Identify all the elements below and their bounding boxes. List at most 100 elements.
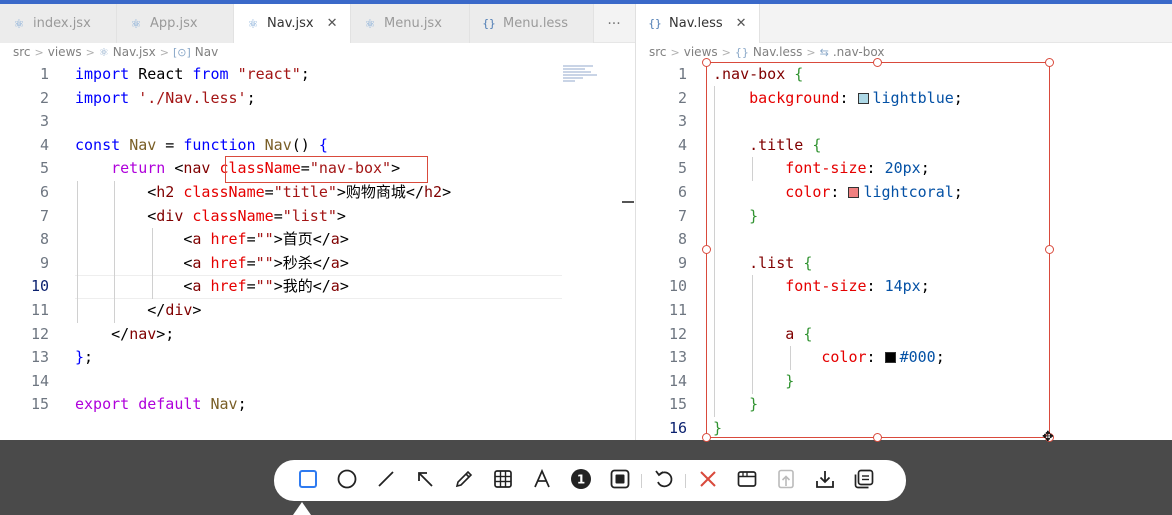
- code-token: nav: [183, 159, 211, 178]
- code-line[interactable]: 13};: [0, 346, 635, 370]
- resize-handle[interactable]: [1045, 245, 1054, 254]
- resize-handle[interactable]: [702, 245, 711, 254]
- tab-menu-jsx[interactable]: ⚛ Menu.jsx: [351, 4, 470, 43]
- number-tool[interactable]: 1: [561, 460, 600, 501]
- code-token: "": [255, 230, 274, 249]
- undo-button[interactable]: [644, 460, 683, 501]
- breadcrumb-src[interactable]: src: [649, 45, 667, 59]
- code-token: div: [165, 300, 193, 319]
- breadcrumb-src[interactable]: src: [13, 45, 31, 59]
- code-line[interactable]: 4 const Nav = function Nav() {: [0, 134, 635, 158]
- code-line[interactable]: 8 <a href="">首页</a>: [0, 228, 635, 252]
- line-number: 12: [30, 324, 49, 343]
- line-number: 11: [30, 300, 49, 319]
- code-token: >: [339, 230, 349, 249]
- pin-button: [766, 460, 805, 501]
- download-button[interactable]: [805, 460, 844, 501]
- code-token: =: [246, 277, 256, 296]
- window-icon: [736, 468, 758, 494]
- code-line[interactable]: 15 export default Nav;: [0, 393, 635, 417]
- line-number: 1: [677, 65, 687, 83]
- cancel-button[interactable]: [688, 460, 727, 501]
- arrow-tool[interactable]: [405, 460, 444, 501]
- line-number: 4: [39, 135, 49, 154]
- code-token: ;: [84, 348, 94, 367]
- code-line[interactable]: 1 import React from "react";: [0, 63, 635, 87]
- code-line[interactable]: 11 </div>: [0, 299, 635, 323]
- code-token: import: [75, 88, 130, 107]
- code-token: ;: [237, 395, 247, 414]
- code-token: Nav: [264, 135, 292, 154]
- code-token: ;: [246, 88, 256, 107]
- text-tool[interactable]: [522, 460, 561, 501]
- window-button[interactable]: [727, 460, 766, 501]
- resize-handle[interactable]: [1045, 58, 1054, 67]
- tab-nav-less[interactable]: {} Nav.less ✕: [636, 4, 760, 43]
- code-token: "react": [237, 65, 301, 83]
- react-icon: ⚛: [130, 16, 142, 31]
- line-number: 8: [677, 230, 687, 249]
- resize-handle[interactable]: [702, 58, 711, 67]
- code-line[interactable]: 12 </nav>;: [0, 323, 635, 347]
- line-number: 13: [668, 348, 687, 367]
- close-icon[interactable]: ✕: [327, 16, 338, 31]
- code-token: h2: [156, 182, 175, 201]
- code-line[interactable]: 10 <a href="">我的</a>: [0, 275, 635, 299]
- code-line[interactable]: 6 <h2 className="title">购物商城</h2>: [0, 181, 635, 205]
- breadcrumb-symbol[interactable]: .nav-box: [833, 45, 885, 59]
- rectangle-tool[interactable]: [288, 460, 327, 501]
- toolbar-pointer: [293, 502, 311, 515]
- download-icon: [814, 468, 836, 494]
- capture-selection-rectangle[interactable]: [706, 62, 1050, 438]
- code-line[interactable]: 2 import './Nav.less';: [0, 87, 635, 111]
- code-line[interactable]: 7 <div className="list">: [0, 205, 635, 229]
- code-line[interactable]: 3: [0, 110, 635, 134]
- line-tool[interactable]: [366, 460, 405, 501]
- close-icon[interactable]: ✕: [736, 16, 747, 31]
- code-token: >: [339, 277, 349, 296]
- frame-icon: [609, 468, 631, 494]
- copy-button[interactable]: [844, 460, 883, 501]
- tab-index-jsx[interactable]: ⚛ index.jsx: [0, 4, 117, 43]
- code-token: h2: [424, 182, 443, 201]
- breadcrumb-views[interactable]: views: [48, 45, 82, 59]
- tab-menu-less[interactable]: {} Menu.less: [470, 4, 594, 43]
- resize-handle[interactable]: [702, 433, 711, 442]
- editor-pane-nav-jsx: ⚛ index.jsx ⚛ App.jsx ⚛ Nav.jsx ✕ ⚛ Menu.jsx {} Me…: [0, 4, 635, 440]
- breadcrumb-views[interactable]: views: [684, 45, 718, 59]
- code-token: <: [75, 182, 157, 201]
- breadcrumb-file[interactable]: Nav.less: [753, 45, 803, 59]
- line-number: 3: [677, 112, 687, 131]
- resize-handle[interactable]: [873, 433, 882, 442]
- braces-icon: {}: [734, 45, 749, 59]
- frame-tool[interactable]: [600, 460, 639, 501]
- code-token: href: [210, 230, 247, 249]
- mosaic-tool[interactable]: [483, 460, 522, 501]
- annotation-toolbar: 1: [274, 460, 906, 501]
- ellipse-tool[interactable]: [327, 460, 366, 501]
- chevron-right-icon: >: [85, 45, 95, 59]
- code-text: <h2 className="title">购物商城</h2>: [75, 181, 451, 205]
- code-token: nav: [129, 324, 157, 343]
- more-tabs-button[interactable]: ···: [594, 4, 634, 43]
- code-line[interactable]: 14: [0, 370, 635, 394]
- line-number: 6: [677, 182, 687, 201]
- code-token: div: [156, 206, 184, 225]
- minimap[interactable]: [563, 64, 623, 100]
- code-editor[interactable]: 1 import React from "react"; 2 import './Na…: [0, 63, 635, 417]
- circle-icon: [336, 468, 358, 494]
- breadcrumb-symbol[interactable]: Nav: [195, 45, 218, 59]
- react-icon: ⚛: [98, 45, 109, 59]
- pen-tool[interactable]: [444, 460, 483, 501]
- resize-handle[interactable]: [873, 58, 882, 67]
- tab-nav-jsx[interactable]: ⚛ Nav.jsx ✕: [234, 4, 351, 43]
- breadcrumb-file[interactable]: Nav.jsx: [113, 45, 156, 59]
- line-number: 15: [668, 395, 687, 414]
- code-line[interactable]: 9 <a href="">秒杀</a>: [0, 252, 635, 276]
- scrollbar-marker[interactable]: [622, 201, 634, 203]
- tab-app-jsx[interactable]: ⚛ App.jsx: [117, 4, 234, 43]
- code-token: "title": [273, 182, 337, 201]
- code-text: </div>: [75, 299, 201, 323]
